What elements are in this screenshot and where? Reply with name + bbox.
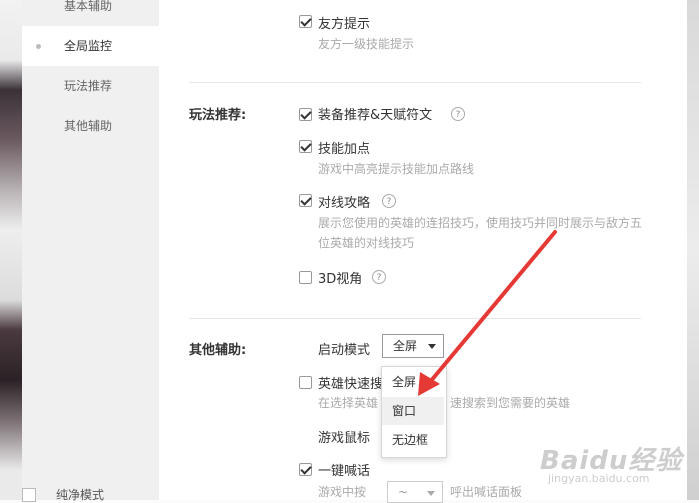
sidebar-item-basic[interactable]: 基本辅助 (22, 0, 159, 26)
play-section-title: 玩法推荐: (189, 108, 247, 123)
sidebar-item-label: 其他辅助 (64, 119, 113, 133)
hero-search-desc-b: 速搜索到您需要的英雄 (450, 396, 571, 410)
equipment-rune-label: 装备推荐&天赋符文 (318, 108, 433, 123)
lane-strategy-desc: 展示您使用的英雄的连招技巧，使用技巧并同时展示与敌方五位英雄的对线技巧 (318, 216, 643, 250)
hero-search-checkbox[interactable] (299, 376, 312, 389)
window-edge (687, 0, 699, 500)
section-divider (189, 318, 641, 319)
shout-key-value: ~ (398, 485, 409, 499)
launch-mode-dropdown: 全屏 窗口 无边框 (381, 366, 447, 458)
friendly-hint-label: 友方提示 (318, 17, 371, 32)
pure-mode-label: 纯净模式 (56, 488, 105, 502)
sidebar-item-label: 玩法推荐 (64, 79, 113, 93)
lane-strategy-label: 对线攻略 (318, 196, 371, 211)
help-icon[interactable]: ? (451, 107, 465, 121)
sidebar: 基本辅助 全局监控 玩法推荐 其他辅助 (22, 0, 159, 500)
one-key-shout-label: 一键喊话 (318, 464, 371, 479)
shout-desc-b: 呼出喊话面板 (450, 485, 523, 499)
hero-search-label: 英雄快速搜 (318, 377, 384, 392)
game-mouse-label: 游戏鼠标 (318, 431, 371, 446)
help-icon[interactable]: ? (372, 270, 386, 284)
dropdown-option-borderless[interactable]: 无边框 (382, 426, 444, 454)
chevron-down-icon (428, 344, 436, 349)
sidebar-item-play-recommend[interactable]: 玩法推荐 (22, 66, 159, 106)
help-icon[interactable]: ? (382, 194, 396, 208)
lane-strategy-checkbox[interactable] (299, 194, 312, 207)
option-label: 无边框 (392, 433, 429, 447)
other-section-title: 其他辅助: (189, 343, 247, 358)
skill-points-desc: 游戏中高亮提示技能加点路线 (318, 162, 475, 176)
option-label: 全屏 (392, 375, 417, 389)
3d-view-label: 3D视角 (318, 272, 363, 287)
sidebar-item-other-assist[interactable]: 其他辅助 (22, 106, 159, 146)
active-indicator-dot (36, 44, 41, 49)
option-label: 窗口 (392, 404, 417, 418)
launch-mode-select[interactable]: 全屏 (382, 334, 444, 358)
friendly-hint-desc: 友方一级技能提示 (318, 37, 415, 51)
dropdown-option-fullscreen[interactable]: 全屏 (382, 368, 444, 396)
sidebar-item-label: 全局监控 (64, 39, 113, 53)
section-divider (189, 82, 641, 83)
blurred-background (0, 0, 22, 500)
skill-points-checkbox[interactable] (299, 140, 312, 153)
baidu-watermark-url: jingyan.baidu.com (548, 472, 650, 485)
settings-panel: 友方提示 友方一级技能提示 玩法推荐: 装备推荐&天赋符文 ? 技能加点 游戏中… (159, 0, 687, 503)
3d-view-checkbox[interactable] (299, 271, 312, 284)
sidebar-item-global-monitor[interactable]: 全局监控 (22, 26, 159, 66)
chevron-down-icon (427, 491, 435, 496)
one-key-shout-checkbox[interactable] (299, 463, 312, 476)
launch-mode-label: 启动模式 (318, 343, 371, 358)
equipment-rune-checkbox[interactable] (299, 108, 312, 121)
sidebar-item-label: 基本辅助 (64, 0, 113, 13)
launch-mode-value: 全屏 (393, 339, 418, 353)
friendly-hint-checkbox[interactable] (299, 15, 312, 28)
dropdown-option-window[interactable]: 窗口 (382, 397, 444, 425)
skill-points-label: 技能加点 (318, 142, 371, 157)
